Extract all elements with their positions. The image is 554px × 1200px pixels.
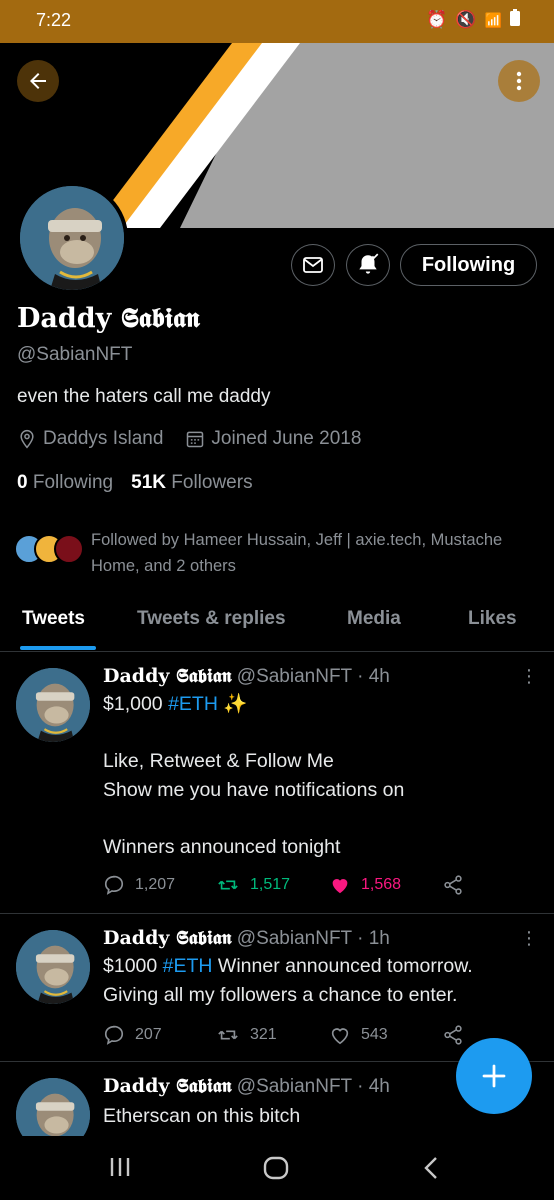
- tweet-header: Daddy 𝕾𝖆𝖇𝖎𝖆𝖓 @SabianNFT · 1h: [103, 927, 390, 950]
- notifications-button[interactable]: [346, 244, 390, 286]
- heart-filled-icon: [332, 879, 348, 894]
- wifi-icon: 📶: [484, 11, 502, 28]
- tweet-actions: 207 321 543: [103, 1024, 472, 1046]
- tab-tweets[interactable]: Tweets: [22, 608, 85, 630]
- message-button[interactable]: [291, 244, 335, 286]
- tweet-avatar[interactable]: [16, 1078, 90, 1136]
- tweet[interactable]: Daddy 𝕾𝖆𝖇𝖎𝖆𝖓 @SabianNFT · 4h ⋮ $1,000 #E…: [0, 652, 554, 914]
- retweet-icon: [218, 1030, 238, 1040]
- like-button[interactable]: 543: [329, 1024, 442, 1046]
- share-icon: [444, 875, 462, 895]
- tweet-header: Daddy 𝕾𝖆𝖇𝖎𝖆𝖓 @SabianNFT · 4h: [103, 1075, 390, 1098]
- back-nav-icon[interactable]: [422, 1156, 440, 1180]
- reply-icon: [104, 875, 124, 895]
- followed-by-avatars[interactable]: [14, 534, 86, 566]
- tweet-more-icon[interactable]: ⋮: [520, 666, 538, 687]
- tweet-author-name[interactable]: Daddy 𝕾𝖆𝖇𝖎𝖆𝖓: [103, 665, 232, 687]
- profile-name: Daddy 𝕾𝖆𝖇𝖎𝖆𝖓: [17, 303, 200, 334]
- location-icon: [20, 429, 34, 449]
- like-button[interactable]: 1,568: [329, 874, 442, 896]
- tweet-handle: @SabianNFT: [236, 928, 352, 949]
- tweet-header: Daddy 𝕾𝖆𝖇𝖎𝖆𝖓 @SabianNFT · 4h: [103, 665, 390, 688]
- profile-avatar[interactable]: [16, 182, 128, 294]
- reply-icon: [104, 1025, 124, 1045]
- tweet-handle: @SabianNFT: [236, 666, 352, 687]
- tweet-avatar[interactable]: [16, 668, 90, 742]
- plus-icon: [482, 1064, 506, 1088]
- hashtag-link[interactable]: #ETH: [163, 955, 213, 977]
- recent-apps-icon[interactable]: [108, 1156, 132, 1178]
- tweet-avatar[interactable]: [16, 930, 90, 1004]
- envelope-icon: [303, 257, 323, 273]
- tweet[interactable]: Daddy 𝕾𝖆𝖇𝖎𝖆𝖓 @SabianNFT · 1h ⋮ $1000 #ET…: [0, 914, 554, 1062]
- mute-icon: 🔇: [455, 10, 477, 29]
- tweet-time: · 4h: [357, 1076, 390, 1097]
- following-button[interactable]: Following: [400, 244, 537, 286]
- calendar-icon: [187, 431, 204, 448]
- retweet-button[interactable]: 321: [216, 1024, 329, 1046]
- tweet-handle: @SabianNFT: [236, 1076, 352, 1097]
- profile-tabs: Tweets Tweets & replies Media Likes: [0, 600, 554, 652]
- tweet-actions: 1,207 1,517 1,568: [103, 874, 472, 896]
- tweet-time: · 4h: [357, 666, 390, 687]
- avatar: [54, 534, 84, 564]
- alarm-icon: ⏰: [426, 10, 448, 29]
- back-button[interactable]: [17, 60, 59, 102]
- followers-link[interactable]: 51K Followers: [131, 472, 252, 493]
- profile-location: Daddys Island: [43, 428, 164, 449]
- tab-tweets-replies[interactable]: Tweets & replies: [137, 608, 286, 630]
- reply-button[interactable]: 1,207: [103, 874, 216, 896]
- arrow-left-icon: [30, 73, 46, 89]
- tab-media[interactable]: Media: [347, 608, 401, 630]
- home-icon[interactable]: [263, 1155, 289, 1181]
- tab-likes[interactable]: Likes: [468, 608, 517, 630]
- following-link[interactable]: 0 Following: [17, 472, 113, 493]
- tweet-author-name[interactable]: Daddy 𝕾𝖆𝖇𝖎𝖆𝖓: [103, 1075, 232, 1097]
- share-button[interactable]: [442, 1024, 472, 1046]
- bell-check-icon: [359, 253, 379, 274]
- hashtag-link[interactable]: #ETH: [168, 693, 218, 715]
- tweet-time: · 1h: [357, 928, 390, 949]
- retweet-icon: [218, 880, 238, 890]
- share-icon: [444, 1025, 462, 1045]
- share-button[interactable]: [442, 874, 472, 896]
- battery-icon: [510, 9, 520, 31]
- status-bar: 7:22 ⏰ 🔇 📶: [0, 0, 554, 43]
- status-time: 7:22: [36, 10, 72, 30]
- more-vertical-icon: [516, 71, 522, 91]
- profile-meta: Daddys Island Joined June 2018: [17, 428, 361, 450]
- profile-bio: even the haters call me daddy: [17, 386, 271, 407]
- status-icons: ⏰ 🔇 📶: [426, 9, 520, 31]
- more-options-button[interactable]: [498, 60, 540, 102]
- profile-handle: @SabianNFT: [17, 344, 133, 365]
- tweet-text: $1,000 #ETH ✨ Like, Retweet & Follow Me …: [103, 693, 405, 858]
- compose-tweet-button[interactable]: [456, 1038, 532, 1114]
- followed-by-text[interactable]: Followed by Hameer Hussain, Jeff | axie.…: [91, 527, 511, 579]
- heart-icon: [331, 1028, 349, 1045]
- retweet-button[interactable]: 1,517: [216, 874, 329, 896]
- tweet-more-icon[interactable]: ⋮: [520, 928, 538, 949]
- follow-counts: 0 Following 51K Followers: [17, 472, 253, 494]
- tweet-author-name[interactable]: Daddy 𝕾𝖆𝖇𝖎𝖆𝖓: [103, 927, 232, 949]
- system-nav-bar: [0, 1136, 554, 1200]
- active-tab-indicator: [20, 646, 96, 650]
- reply-button[interactable]: 207: [103, 1024, 216, 1046]
- tweet-text: $1000 #ETH Winner announced tomorrow. Gi…: [103, 955, 473, 1006]
- profile-joined: Joined June 2018: [211, 428, 362, 449]
